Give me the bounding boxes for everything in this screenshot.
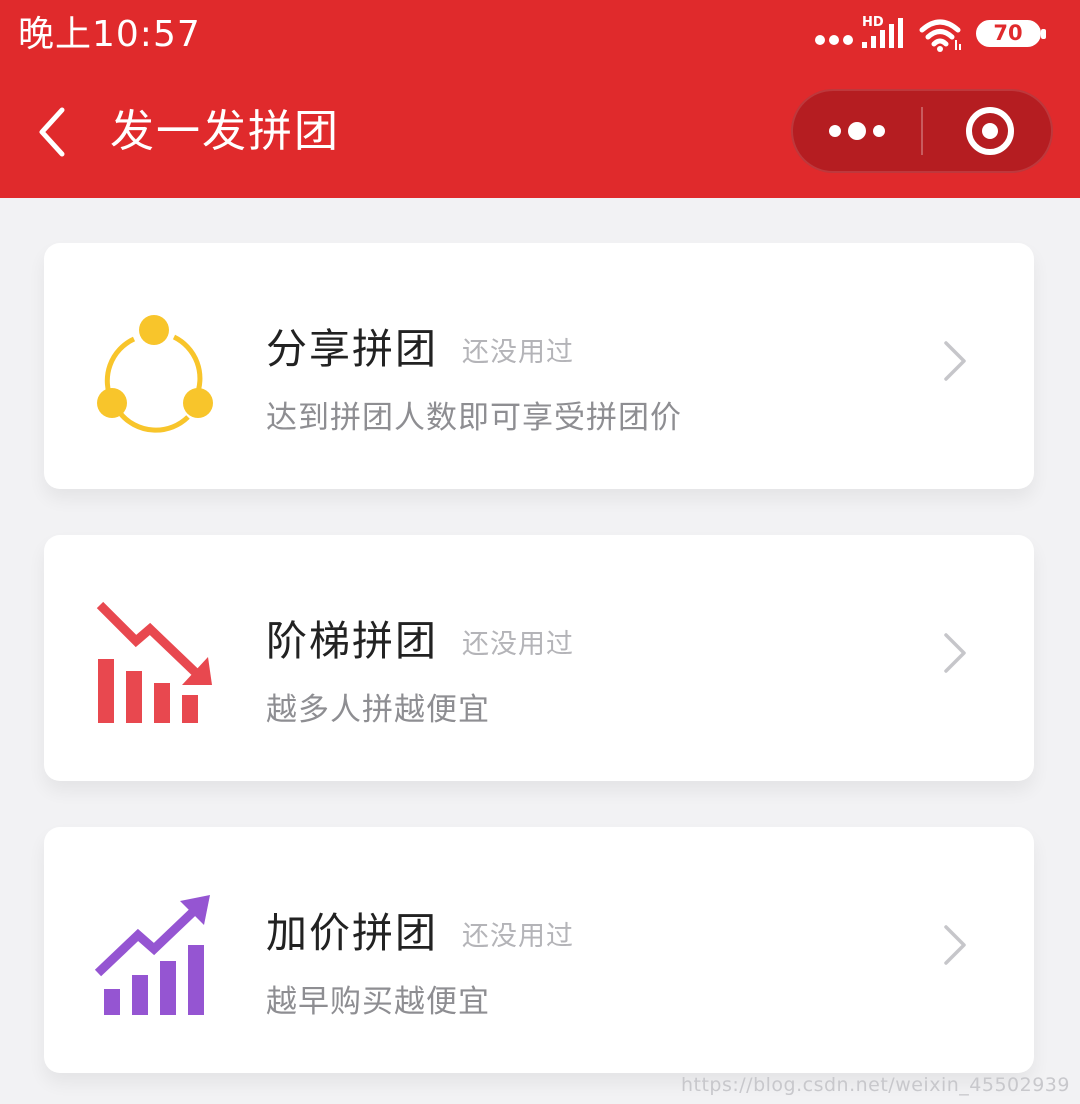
close-button[interactable] [923,89,1053,173]
notification-dots-icon [815,35,853,45]
cellular-signal-icon: HD [862,15,903,48]
descending-chart-icon [96,601,212,723]
watermark: https://blog.csdn.net/weixin_45502939 [680,1074,1070,1096]
more-dots-icon [829,122,885,140]
card-description: 越多人拼越便宜 [266,692,490,728]
chevron-right-icon [944,925,966,965]
card-title: 分享拼团 [266,325,438,373]
card-markup-group[interactable]: 加价拼团 还没用过 越早购买越便宜 [44,827,1034,1073]
card-title: 加价拼团 [266,909,438,957]
header: 晚上10:57 HD 70 发一发拼团 [0,0,1080,198]
chevron-right-icon [944,341,966,381]
usage-tag: 还没用过 [462,337,574,368]
page-title: 发一发拼团 [110,106,340,157]
card-tiered-group[interactable]: 阶梯拼团 还没用过 越多人拼越便宜 [44,535,1034,781]
back-button[interactable] [30,104,82,160]
battery-icon: 70 [976,20,1048,48]
card-title: 阶梯拼团 [266,617,438,665]
chevron-right-icon [944,633,966,673]
card-share-group[interactable]: 分享拼团 还没用过 达到拼团人数即可享受拼团价 [44,243,1034,489]
chevron-left-icon [39,107,65,157]
card-description: 越早购买越便宜 [266,984,490,1020]
wifi-icon [919,19,961,52]
status-icons: HD 70 [814,14,1064,54]
usage-tag: 还没用过 [462,629,574,660]
battery-level: 70 [993,21,1023,45]
usage-tag: 还没用过 [462,921,574,952]
share-icon [97,315,213,433]
target-close-icon [966,107,1014,155]
card-description: 达到拼团人数即可享受拼团价 [266,400,682,436]
more-button[interactable] [791,89,921,173]
mini-program-capsule [791,89,1053,173]
status-time: 晚上10:57 [18,14,201,55]
network-type-label: HD [862,15,884,30]
ascending-chart-icon [94,895,210,1015]
